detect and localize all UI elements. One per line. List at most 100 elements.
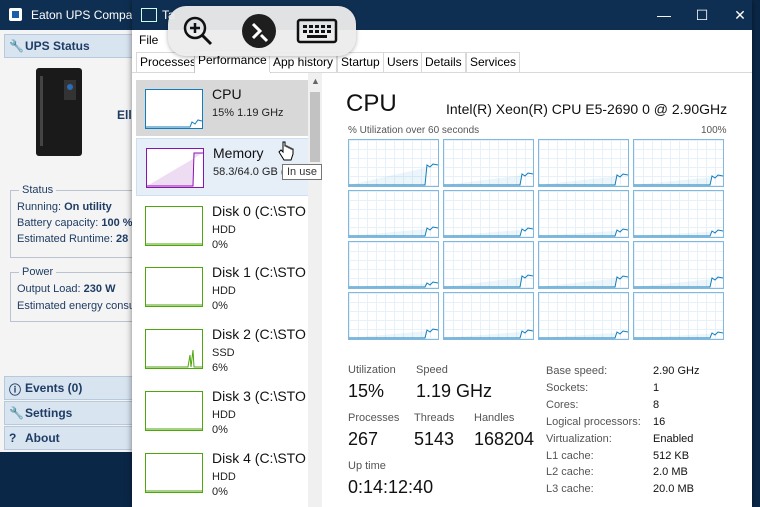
spec-label: L3 cache:	[546, 483, 594, 496]
scrollbar-thumb[interactable]	[310, 92, 320, 162]
handles-label: Handles	[474, 412, 515, 424]
output-load-value: 230 W	[83, 283, 116, 295]
processes-label: Processes	[348, 412, 400, 424]
spec-value: 20.0 MB	[653, 483, 694, 496]
utilization-value: 15%	[348, 381, 385, 401]
logical-processor-graph	[633, 241, 724, 289]
resource-item-disk-0[interactable]: Disk 0 (C:\STO HDD 0%	[136, 197, 308, 253]
keyboard-icon[interactable]	[296, 13, 338, 49]
maximize-button[interactable]: ☐	[682, 0, 722, 30]
about-label: About	[25, 431, 60, 445]
battery-row: Battery capacity: 100 %	[17, 217, 133, 229]
scroll-up-arrow-icon[interactable]: ▲	[311, 76, 320, 86]
resource-usage: 0%	[212, 424, 228, 436]
memory-tooltip: In use	[282, 164, 322, 180]
zoom-in-icon[interactable]	[180, 13, 216, 49]
resource-detail: 58.3/64.0 GB (	[213, 166, 285, 178]
hand-cursor-icon	[278, 141, 294, 161]
eaton-title-bar[interactable]: Eaton UPS Companion	[0, 0, 155, 30]
spec-label: Virtualization:	[546, 432, 612, 445]
resource-item-disk-2[interactable]: Disk 2 (C:\STO SSD 6%	[136, 320, 308, 376]
eaton-app-icon	[9, 8, 22, 21]
power-group: Power Output Load: 230 W Estimated energ…	[10, 266, 144, 322]
running-value: On utility	[64, 201, 112, 213]
resource-usage: 0%	[212, 486, 228, 498]
remote-toolbar	[168, 6, 356, 56]
remote-desktop-icon[interactable]	[241, 13, 277, 49]
logical-processor-graph	[348, 139, 439, 187]
speed-label: Speed	[416, 364, 448, 376]
ups-device-image	[36, 68, 82, 156]
events-section[interactable]: ⓘ Events (0)	[4, 376, 138, 400]
resource-type: HDD	[212, 409, 236, 421]
cpu-model: Intel(R) Xeon(R) CPU E5-2690 0 @ 2.90GHz	[446, 101, 728, 117]
logical-processor-graph	[538, 139, 629, 187]
resource-usage: 0%	[212, 239, 228, 251]
close-button[interactable]: ✕	[720, 0, 760, 30]
ups-status-section[interactable]: 🔧 UPS Status	[4, 34, 138, 58]
cpu-heading: CPU	[346, 90, 397, 117]
resource-item-cpu[interactable]: CPU 15% 1.19 GHz	[136, 80, 308, 136]
wrench-icon: 🔧	[9, 39, 24, 53]
logical-processor-graph	[348, 190, 439, 238]
cpu-sparkline	[145, 89, 203, 129]
resource-type: SSD	[212, 347, 235, 359]
ups-status-label: UPS Status	[25, 39, 90, 53]
threads-value: 5143	[414, 429, 455, 449]
resource-usage: 0%	[212, 300, 228, 312]
logical-processor-graph	[443, 241, 534, 289]
utilization-graph-max: 100%	[701, 125, 727, 136]
disk-sparkline	[145, 206, 203, 246]
runtime-row: Estimated Runtime: 28 m	[17, 233, 142, 245]
handles-value: 168204	[474, 429, 535, 449]
resource-usage: 6%	[212, 362, 228, 374]
resource-item-disk-3[interactable]: Disk 3 (C:\STO HDD 0%	[136, 382, 308, 438]
disk-sparkline	[145, 267, 203, 307]
logical-processor-graph	[633, 139, 724, 187]
settings-label: Settings	[25, 406, 73, 420]
tab-startup[interactable]: Startup	[337, 52, 384, 72]
logical-processor-graph	[633, 292, 724, 340]
spec-value: 2.0 MB	[653, 466, 688, 479]
logical-processor-graph	[443, 190, 534, 238]
menu-file[interactable]: File	[139, 33, 158, 47]
about-section[interactable]: ? About	[4, 426, 138, 450]
resource-name: Disk 1 (C:\STO	[212, 264, 306, 280]
wrench-icon: 🔧	[9, 406, 24, 420]
settings-section[interactable]: 🔧 Settings	[4, 401, 138, 425]
resource-name: Disk 3 (C:\STO	[212, 388, 306, 404]
cpu-detail-pane: CPU Intel(R) Xeon(R) CPU E5-2690 0 @ 2.9…	[328, 73, 752, 507]
spec-label: Base speed:	[546, 365, 608, 377]
resource-item-disk-4[interactable]: Disk 4 (C:\STO HDD 0%	[136, 444, 308, 500]
resource-type: HDD	[212, 224, 236, 236]
running-row: Running: On utility	[17, 201, 112, 213]
resource-name: Disk 4 (C:\STO	[212, 450, 306, 466]
spec-value: 16	[653, 415, 666, 428]
spec-value: 2.90 GHz	[653, 365, 700, 377]
speed-value: 1.19 GHz	[416, 381, 493, 401]
task-manager-icon	[141, 8, 157, 22]
spec-value: Enabled	[653, 432, 694, 445]
resource-detail: 15% 1.19 GHz	[212, 107, 284, 119]
output-load-row: Output Load: 230 W	[17, 283, 116, 295]
logical-processor-graph	[538, 241, 629, 289]
task-manager-window: Ta — ☐ ✕ File Processes Performance App …	[132, 0, 752, 507]
memory-sparkline	[146, 148, 204, 188]
logical-processor-graph	[443, 292, 534, 340]
tab-services[interactable]: Services	[466, 52, 521, 72]
eaton-ups-window: Eaton UPS Companion 🔧 UPS Status Elli St…	[0, 0, 155, 452]
processes-value: 267	[348, 429, 379, 449]
resource-list: CPU 15% 1.19 GHz Memory 58.3/64.0 GB ( D…	[132, 73, 322, 507]
tab-details[interactable]: Details	[421, 52, 466, 72]
spec-value: 8	[653, 398, 660, 411]
spec-label: Logical processors:	[546, 415, 641, 428]
events-label: Events (0)	[25, 381, 83, 395]
tab-users[interactable]: Users	[383, 52, 423, 72]
minimize-button[interactable]: —	[644, 0, 684, 30]
uptime-label: Up time	[348, 460, 386, 472]
logical-processor-graph	[443, 139, 534, 187]
question-circle-icon: ?	[9, 431, 17, 445]
spec-value: 512 KB	[653, 449, 690, 462]
resource-item-disk-1[interactable]: Disk 1 (C:\STO HDD 0%	[136, 258, 308, 314]
logical-processor-graph	[348, 292, 439, 340]
